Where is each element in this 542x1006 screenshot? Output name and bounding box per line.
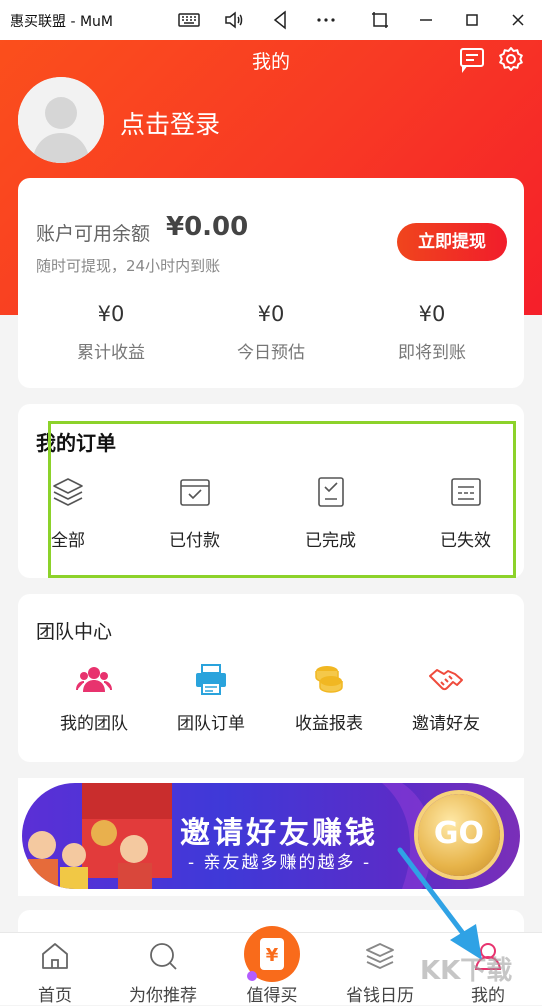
total-earnings-value: ¥0 [97,302,125,326]
avatar[interactable] [18,77,104,163]
balance-label: 账户可用余额 [36,223,151,245]
back-icon[interactable] [268,8,292,32]
balance-value: ¥0.00 [166,212,249,242]
today-estimate-label: 今日预估 [237,343,305,363]
message-icon[interactable] [458,45,486,77]
printer-icon[interactable] [193,662,229,698]
close-icon[interactable] [506,8,530,32]
invite-friends[interactable]: 邀请好友 [386,709,506,734]
handshake-icon[interactable] [428,662,464,698]
maximize-icon[interactable] [460,8,484,32]
nav-recommend[interactable]: 为你推荐 [113,981,213,1006]
total-earnings-label: 累计收益 [77,343,145,363]
banner-subtitle: - 亲友越多赚的越多 - [188,853,372,873]
team-icon[interactable] [76,662,112,698]
volume-icon[interactable] [222,8,246,32]
login-link[interactable]: 点击登录 [120,105,220,141]
screenshot-icon[interactable] [368,8,392,32]
minimize-icon[interactable] [414,8,438,32]
earnings-report[interactable]: 收益报表 [269,709,389,734]
nav-savings-calendar[interactable]: 省钱日历 [330,981,430,1006]
more-icon[interactable] [314,8,338,32]
team-orders[interactable]: 团队订单 [151,709,271,734]
pending-label: 即将到账 [398,343,466,363]
balance-subtext: 随时可提现，24小时内到账 [36,257,221,275]
highlight-box [48,421,516,578]
today-estimate-value: ¥0 [257,302,285,326]
home-icon[interactable] [39,940,71,972]
nav-home[interactable]: 首页 [5,981,105,1006]
svg-text:¥: ¥ [266,945,279,966]
team-title: 团队中心 [36,621,113,643]
coins-icon[interactable] [311,662,347,698]
banner-title: 邀请好友赚钱 [180,816,378,851]
my-team[interactable]: 我的团队 [34,709,154,734]
nav-worth-buying[interactable]: 值得买 [222,981,322,1006]
pending-value: ¥0 [418,302,446,326]
settings-icon[interactable] [497,45,525,77]
keyboard-icon[interactable] [177,8,201,32]
withdraw-button[interactable]: 立即提现 [397,223,507,261]
window-title: 惠买联盟 - MuM [10,14,113,30]
yen-bag-icon[interactable]: ¥ [244,926,300,982]
search-icon[interactable] [147,940,179,972]
watermark: KK下载 [420,956,513,986]
